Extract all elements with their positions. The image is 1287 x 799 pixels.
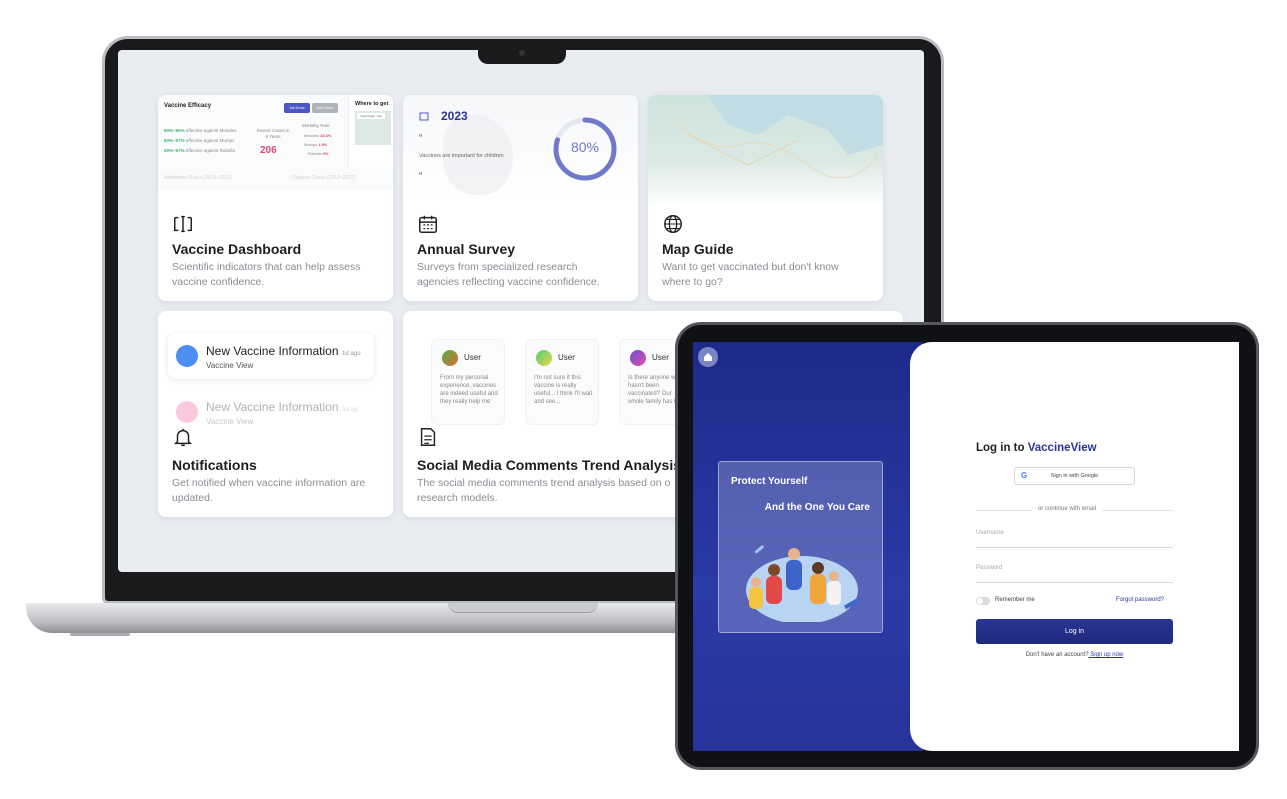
notifications-card[interactable]: New Vaccine Information· 1d ago Vaccine … — [158, 311, 393, 517]
efficacy-line2-text: effective against Mumps — [185, 138, 235, 143]
syringe-icon — [176, 345, 198, 367]
remember-label: Remember me — [995, 597, 1035, 603]
promo-card: Protect Yourself And the One You Care — [718, 461, 883, 633]
efficacy-line3-text: effective against Rubella — [185, 148, 235, 153]
notification-title: New Vaccine Information — [206, 344, 339, 358]
notification-item[interactable]: New Vaccine Information· 3d ag Vaccine V… — [168, 393, 374, 433]
comment-card[interactable]: User I'm not sure if this vaccine is rea… — [525, 339, 599, 425]
card-title-vaccine-dashboard: Vaccine Dashboard — [172, 241, 302, 257]
quote-open-mark: “ — [419, 133, 423, 144]
comment-user: User — [558, 353, 575, 362]
promo-line1: Protect Yourself — [731, 476, 808, 487]
quote-close-mark: “ — [419, 171, 423, 182]
card-title-annual-survey: Annual Survey — [417, 241, 516, 257]
mortality-row3-label: Rubella — [308, 151, 322, 156]
comment-user: User — [464, 353, 481, 362]
efficacy-line3-pct: 50%~97% — [164, 148, 185, 153]
comment-text: From my personal experience, vaccines ar… — [440, 375, 498, 405]
mortality-row1-value: 18.6% — [320, 133, 332, 138]
card-desc-vaccine-dashboard: Scientific indicators that can help asse… — [172, 261, 361, 288]
card-title-map-guide: Map Guide — [662, 241, 734, 257]
camera-icon — [519, 50, 525, 56]
notification-time: · 1d ago — [338, 351, 361, 357]
remember-toggle[interactable] — [976, 597, 990, 605]
google-signin-label: Sign in with Google — [1050, 473, 1099, 479]
signup-prompt-text: Don't have an account? — [1025, 652, 1089, 658]
signup-link[interactable]: Sign up now — [1089, 652, 1123, 658]
laptop-foot — [70, 633, 130, 636]
comment-card[interactable]: User From my personal experience, vaccin… — [431, 339, 505, 425]
login-brand-name: VaccineView — [1027, 442, 1097, 454]
people-illustration — [746, 545, 859, 622]
map-guide-card[interactable]: Map Guide Want to get vaccinated but don… — [648, 95, 883, 301]
annual-survey-card[interactable]: 2023 “ Vaccines are important for childr… — [403, 95, 638, 301]
google-signin-button[interactable]: G Sign in with Google — [1014, 467, 1135, 485]
mortality-row2-label: Mumps — [304, 142, 318, 147]
mortality-row1-label: Measles — [304, 133, 319, 138]
login-heading-prefix: Log in to — [976, 442, 1028, 454]
divider-text: or continue with email — [1032, 506, 1103, 512]
survey-year: 2023 — [441, 109, 468, 123]
avatar — [536, 350, 552, 366]
efficacy-line1-text: effective against Measles — [185, 128, 237, 133]
mortality-row2-value: 1.8% — [318, 142, 328, 147]
survey-percent: 80% — [570, 139, 600, 155]
antibodies-footer: Antibodies Rates (2019~2022) — [164, 175, 232, 181]
login-heading: Log in to VaccineView — [976, 442, 1097, 454]
where-to-get-title: Where to get — [355, 101, 389, 107]
vaccine-dashboard-card[interactable]: Vaccine Efficacy 1st Dose 2nd Dose 80%~9… — [158, 95, 393, 301]
laptop-base-notch — [448, 603, 598, 613]
second-dose-tab[interactable]: 2nd Dose — [312, 103, 338, 113]
bell-icon — [173, 428, 193, 446]
calendar-small-icon — [419, 112, 429, 121]
card-title-notifications: Notifications — [172, 457, 257, 473]
notification-time: · 3d ag — [338, 407, 358, 413]
disease-footer: Disease Cases (2019~2022) — [292, 175, 356, 181]
globe-icon — [664, 215, 682, 233]
notification-sub: Vaccine View — [206, 361, 254, 370]
survey-preview: 2023 “ Vaccines are important for childr… — [403, 95, 638, 205]
password-input[interactable]: Password — [976, 565, 1173, 583]
username-input[interactable]: Username — [976, 530, 1173, 548]
login-button[interactable]: Log in — [976, 619, 1173, 644]
card-desc-social-media: The social media comments trend analysis… — [417, 477, 671, 504]
efficacy-preview: Vaccine Efficacy 1st Dose 2nd Dose 80%~9… — [158, 95, 393, 190]
document-icon — [420, 428, 436, 446]
survey-quote: Vaccines are important for children — [419, 153, 504, 159]
notification-title: New Vaccine Information — [206, 400, 339, 414]
map-preview — [648, 95, 883, 205]
card-desc-annual-survey: Surveys from specialized research agenci… — [417, 261, 600, 288]
notification-item[interactable]: New Vaccine Information· 1d ago Vaccine … — [168, 333, 374, 379]
first-dose-tab[interactable]: 1st Dose — [284, 103, 310, 113]
heart-icon — [176, 401, 198, 423]
mortality-label: Mortality Rate — [302, 123, 330, 128]
where-to-get-panel: Where to get View larger map — [348, 95, 393, 167]
home-button[interactable] — [698, 347, 718, 367]
avatar — [442, 350, 458, 366]
comment-text: I'm not sure if this vaccine is really u… — [534, 375, 593, 405]
calendar-icon — [419, 215, 437, 233]
forgot-password-link[interactable]: Forgot password? — [1116, 597, 1164, 603]
severe-cases-value: 206 — [260, 145, 277, 156]
notification-sub: Vaccine View — [206, 417, 254, 426]
severe-cases-label: Severe Cases in 5 Years — [256, 128, 290, 139]
avatar — [630, 350, 646, 366]
card-desc-notifications: Get notified when vaccine information ar… — [172, 477, 366, 504]
efficacy-title: Vaccine Efficacy — [164, 103, 212, 109]
efficacy-line1-pct: 80%~95% — [164, 128, 185, 133]
signup-prompt: Don't have an account? Sign up now — [976, 652, 1173, 658]
comment-user: User — [652, 353, 669, 362]
map-coastline — [648, 95, 883, 179]
mortality-row3-value: 0% — [322, 151, 329, 156]
dashboard-icon — [174, 215, 192, 233]
card-desc-map-guide: Want to get vaccinated but don't know wh… — [662, 261, 839, 288]
promo-line2: And the One You Care — [764, 502, 870, 513]
view-larger-map-button[interactable]: View larger map — [357, 113, 385, 119]
card-title-social-media: Social Media Comments Trend Analysis — [417, 457, 682, 473]
home-icon — [704, 353, 712, 361]
toggle-knob — [977, 598, 983, 604]
efficacy-line2-pct: 63%~97% — [164, 138, 185, 143]
